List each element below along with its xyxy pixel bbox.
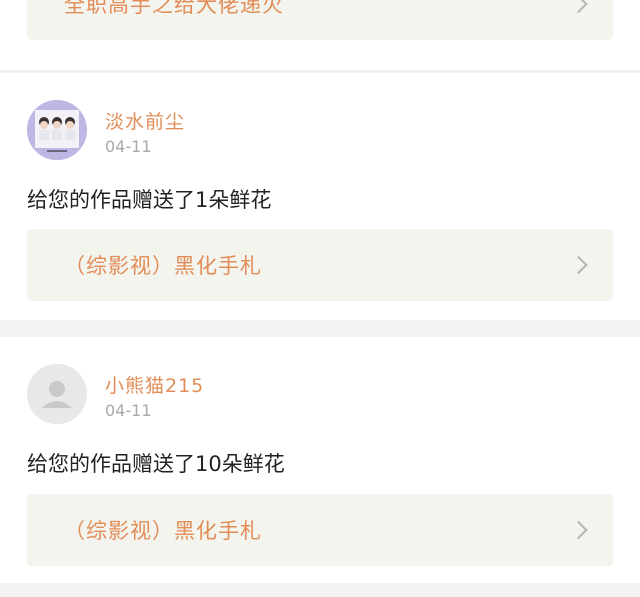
notification-message: 给您的作品赠送了1朵鲜花: [27, 188, 272, 212]
chevron-right-icon: [569, 0, 588, 14]
username[interactable]: 小熊猫215: [105, 371, 204, 398]
notification-card: 小熊猫215 04-11 给您的作品赠送了10朵鲜花 （综影视）黑化手札: [0, 337, 640, 583]
work-title: （综影视）黑化手札: [64, 254, 262, 278]
avatar-photo-icon: [27, 100, 87, 160]
work-link[interactable]: （综影视）黑化手札: [27, 494, 613, 566]
work-link[interactable]: 全职高手之给大佬递火: [27, 0, 613, 40]
user-avatar[interactable]: [27, 100, 87, 160]
work-link[interactable]: （综影视）黑化手札: [27, 229, 613, 301]
user-avatar[interactable]: [27, 364, 87, 424]
username[interactable]: 淡水前尘: [105, 107, 185, 134]
timestamp: 04-11: [105, 137, 152, 156]
notification-card-partial: 全职高手之给大佬递火: [0, 0, 640, 70]
work-title: 全职高手之给大佬递火: [64, 0, 284, 17]
chevron-right-icon: [569, 255, 588, 275]
timestamp: 04-11: [105, 401, 152, 420]
chevron-right-icon: [569, 520, 588, 540]
notification-message: 给您的作品赠送了10朵鲜花: [27, 452, 285, 476]
notification-card: 淡水前尘 04-11 给您的作品赠送了1朵鲜花 （综影视）黑化手札: [0, 73, 640, 320]
default-user-icon: [27, 364, 87, 424]
work-title: （综影视）黑化手札: [64, 519, 262, 543]
